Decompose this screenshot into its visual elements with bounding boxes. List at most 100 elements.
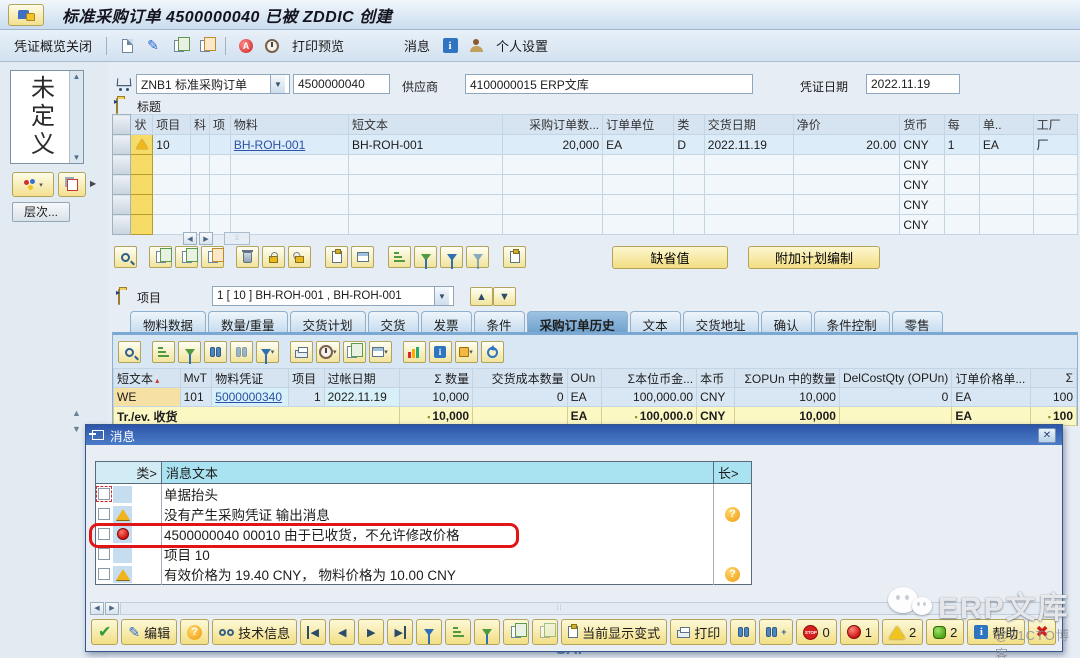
col-message-length[interactable]: 长> bbox=[714, 462, 752, 484]
copy-item2-icon[interactable] bbox=[175, 246, 198, 268]
history-icon[interactable]: ▾ bbox=[455, 341, 478, 363]
vendor-field[interactable]: 4100000015 ERP文库 bbox=[465, 74, 753, 94]
delete-item-icon[interactable] bbox=[236, 246, 259, 268]
help-icon[interactable]: ? bbox=[725, 567, 740, 582]
message-checkbox[interactable] bbox=[98, 568, 110, 580]
col-material[interactable]: 物料 bbox=[230, 115, 348, 135]
hcol-oun[interactable]: OUn bbox=[567, 369, 602, 388]
lock-item-icon[interactable] bbox=[262, 246, 285, 268]
order-number-field[interactable]: 4500000040 bbox=[293, 74, 390, 94]
tab-invoice[interactable]: 发票 bbox=[421, 311, 472, 333]
find-next-icon[interactable] bbox=[230, 341, 253, 363]
print-preview-button[interactable]: 打印预览 bbox=[288, 34, 348, 57]
tab-material-data[interactable]: 物料数据 bbox=[130, 311, 206, 333]
hcol-del-cost-qty[interactable]: 交货成本数量 bbox=[473, 369, 567, 388]
message-row[interactable]: 单据抬头 bbox=[96, 484, 752, 505]
refresh-icon[interactable] bbox=[481, 341, 504, 363]
dialog-titlebar[interactable]: 消息 ✕ bbox=[86, 425, 1062, 445]
item-row-empty[interactable]: CNY bbox=[113, 215, 1078, 235]
items-scroll-left-icon[interactable]: ◀ bbox=[183, 232, 197, 245]
tech-info-button[interactable]: 技术信息 bbox=[212, 619, 297, 645]
copy-item-icon[interactable] bbox=[149, 246, 172, 268]
tab-retail[interactable]: 零售 bbox=[892, 311, 943, 333]
sort-desc-icon[interactable] bbox=[178, 341, 201, 363]
print-preview-icon[interactable] bbox=[262, 37, 282, 55]
hcol-short-text[interactable]: 短文本 ▴ bbox=[114, 369, 181, 388]
selection-variant-button[interactable]: ▾ bbox=[12, 172, 54, 197]
tab-po-history[interactable]: 采购订单历史 bbox=[527, 311, 628, 333]
unlock-item-icon[interactable] bbox=[288, 246, 311, 268]
last-page-button[interactable]: ▶ bbox=[387, 619, 413, 645]
duplicate-icon[interactable] bbox=[325, 246, 348, 268]
tab-condition-control[interactable]: 条件控制 bbox=[814, 311, 890, 333]
confirm-button[interactable]: ✔ bbox=[91, 619, 118, 645]
material-link[interactable]: BH-ROH-001 bbox=[234, 138, 305, 152]
help-icon[interactable]: ? bbox=[725, 507, 740, 522]
filter-button[interactable] bbox=[416, 619, 442, 645]
dropdown-arrow-icon[interactable]: ▼ bbox=[434, 287, 449, 305]
graphic-icon[interactable] bbox=[403, 341, 426, 363]
filter-icon[interactable] bbox=[440, 246, 463, 268]
set-filter-icon[interactable]: ▾ bbox=[256, 341, 279, 363]
sort-asc-button[interactable] bbox=[445, 619, 471, 645]
col-cat[interactable]: 项 bbox=[209, 115, 230, 135]
hcol-mat-doc[interactable]: 物料凭证 bbox=[212, 369, 289, 388]
items-scroll-right-icon[interactable]: ▶ bbox=[199, 232, 213, 245]
info-count-button[interactable]: 2 bbox=[926, 619, 964, 645]
col-acct[interactable]: 科 bbox=[190, 115, 209, 135]
display-variant-button[interactable]: 当前显示变式 bbox=[561, 619, 667, 645]
sort-asc-icon[interactable] bbox=[388, 246, 411, 268]
copy-icon[interactable] bbox=[169, 37, 189, 55]
help-button[interactable]: i帮助 bbox=[967, 619, 1025, 645]
hcol-lc[interactable]: 本币 bbox=[697, 369, 735, 388]
message-checkbox[interactable] bbox=[98, 528, 110, 540]
item-details-icon[interactable] bbox=[114, 246, 137, 268]
history-row[interactable]: WE 101 5000000340 1 2022.11.19 10,000 0 … bbox=[114, 388, 1077, 407]
message-row[interactable]: 有效价格为 19.40 CNY， 物料价格为 10.00 CNY ? bbox=[96, 564, 752, 585]
item-selector-combo[interactable]: 1 [ 10 ] BH-ROH-001 , BH-ROH-001 ▼ bbox=[212, 286, 454, 306]
item-row-empty[interactable]: CNY bbox=[113, 175, 1078, 195]
col-order-unit[interactable]: 订单单位 bbox=[603, 115, 674, 135]
new-document-icon[interactable] bbox=[117, 37, 137, 55]
find-icon[interactable] bbox=[204, 341, 227, 363]
col-status[interactable]: 状 bbox=[131, 115, 153, 135]
tab-conditions[interactable]: 条件 bbox=[474, 311, 525, 333]
error-count-button[interactable]: 1 bbox=[840, 619, 879, 645]
col-qty[interactable]: 采购订单数... bbox=[503, 115, 603, 135]
tab-delivery-address[interactable]: 交货地址 bbox=[683, 311, 759, 333]
print-button[interactable]: 打印 bbox=[670, 619, 727, 645]
col-type[interactable]: 类 bbox=[674, 115, 704, 135]
message-checkbox[interactable] bbox=[98, 508, 110, 520]
scroll-left-icon[interactable]: ◀ bbox=[90, 602, 104, 615]
col-plant[interactable]: 工厂 bbox=[1033, 115, 1077, 135]
items-grid-handle[interactable]: ⁞⁞ bbox=[224, 232, 250, 245]
order-type-combo[interactable]: ZNB1 标准采购订单 ▼ bbox=[136, 74, 290, 94]
scroll-down-icon[interactable]: ▼ bbox=[72, 424, 81, 434]
hcol-qty-opun[interactable]: ΣOPUn 中的数量 bbox=[734, 369, 839, 388]
views-icon[interactable]: ▾ bbox=[316, 341, 340, 363]
sort-desc-icon[interactable] bbox=[414, 246, 437, 268]
col-per[interactable]: 每 bbox=[944, 115, 979, 135]
col-currency[interactable]: 货币 bbox=[900, 115, 944, 135]
doc-date-field[interactable]: 2022.11.19 bbox=[866, 74, 960, 94]
hcol-delcost-opun[interactable]: DelCostQty (OPUn) bbox=[839, 369, 951, 388]
additional-planning-button[interactable]: 附加计划编制 bbox=[748, 246, 880, 269]
previous-item-button[interactable]: ▲ bbox=[470, 287, 493, 306]
item-row-empty[interactable]: CNY bbox=[113, 155, 1078, 175]
layout-pages-button[interactable] bbox=[58, 172, 86, 197]
hcol-amount-lc[interactable]: Σ本位币金... bbox=[602, 369, 697, 388]
sort-asc-icon[interactable] bbox=[152, 341, 175, 363]
defaults-button[interactable]: 缺省值 bbox=[612, 246, 728, 269]
details-icon[interactable] bbox=[118, 341, 141, 363]
window-menu-button[interactable] bbox=[8, 4, 44, 26]
tab-qty-weight[interactable]: 数量/重量 bbox=[208, 311, 287, 333]
message-row-error[interactable]: 4500000040 00010 由于已收货，不允许修改价格 bbox=[96, 524, 752, 544]
export2-button[interactable] bbox=[532, 619, 558, 645]
scroll-right-icon[interactable]: ▶ bbox=[105, 602, 119, 615]
export-icon[interactable]: ▾ bbox=[343, 341, 366, 363]
clipboard-icon[interactable] bbox=[503, 246, 526, 268]
col-short-text[interactable]: 短文本 bbox=[348, 115, 502, 135]
col-unit[interactable]: 单.. bbox=[979, 115, 1033, 135]
material-doc-link[interactable]: 5000000340 bbox=[215, 390, 282, 404]
header-expand-icon[interactable] bbox=[116, 98, 118, 114]
